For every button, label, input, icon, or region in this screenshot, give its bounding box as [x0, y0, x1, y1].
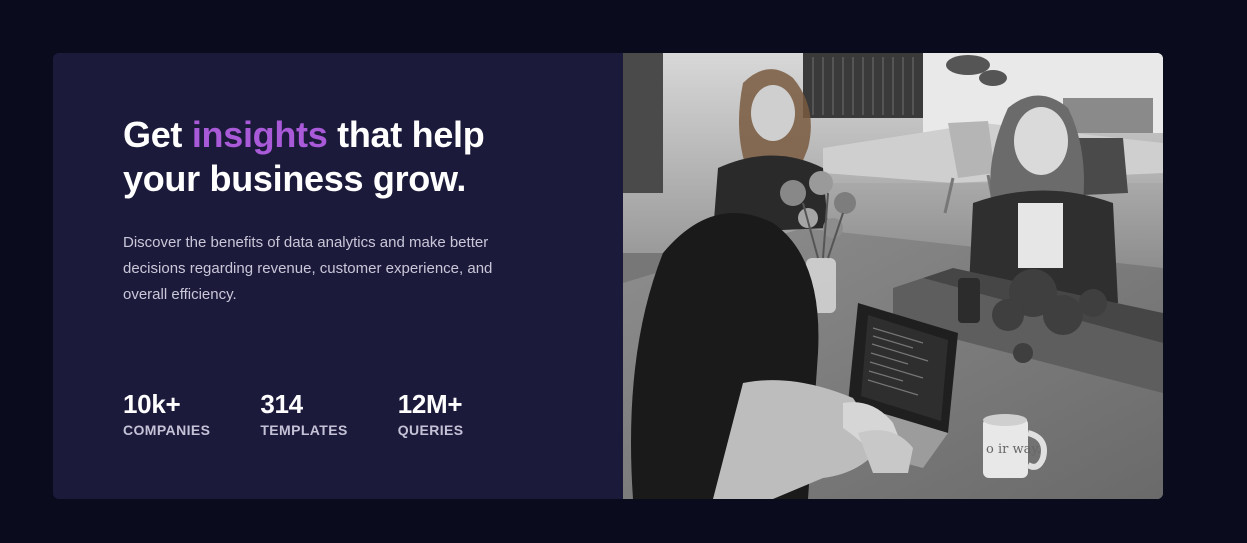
mug-text: o ir way. — [986, 442, 1041, 457]
heading-accent: insights — [191, 114, 328, 155]
stat-companies: 10k+ COMPANIES — [123, 388, 210, 438]
hero-card: Get insights that help your business gro… — [53, 53, 1163, 499]
stat-templates: 314 TEMPLATES — [260, 388, 347, 438]
back-box — [1063, 98, 1153, 133]
hero-heading: Get insights that help your business gro… — [123, 113, 543, 201]
office-photo-illustration: o ir way. — [623, 53, 1163, 499]
door-frame — [623, 53, 663, 193]
hero-description: Discover the benefits of data analytics … — [123, 234, 493, 303]
stat-label: QUERIES — [397, 422, 464, 438]
stat-queries: 12M+ QUERIES — [398, 388, 464, 438]
stat-label: TEMPLATES — [260, 422, 348, 438]
stat-value: 10k+ — [123, 389, 181, 419]
heading-pre: Get — [123, 114, 192, 155]
stat-label: COMPANIES — [123, 422, 211, 438]
stat-value: 314 — [260, 389, 303, 419]
office-photo: o ir way. — [623, 53, 1163, 499]
stats-row: 10k+ COMPANIES 314 TEMPLATES 12M+ QUERIE… — [123, 388, 514, 438]
stat-value: 12M+ — [397, 389, 463, 419]
hero-text-panel: Get insights that help your business gro… — [53, 53, 623, 499]
thermos — [958, 278, 980, 323]
chair-dark — [1078, 138, 1128, 195]
